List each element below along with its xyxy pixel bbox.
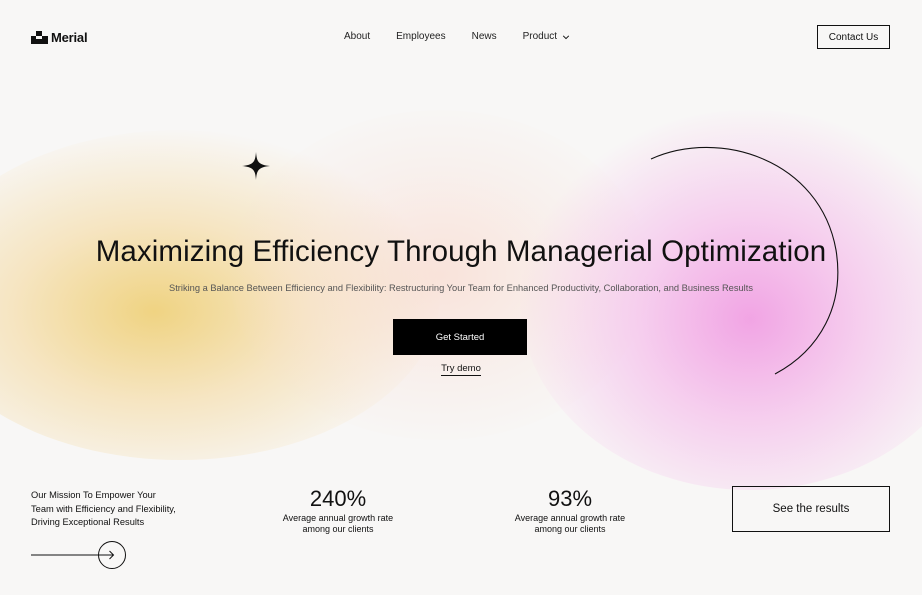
- stat-caption: Average annual growth rate among our cli…: [282, 513, 394, 534]
- stat-caption: Average annual growth rate among our cli…: [514, 513, 626, 534]
- mission-line: Driving Exceptional Results: [31, 517, 145, 527]
- mission-line: Our Mission To Empower Your: [31, 490, 156, 500]
- mission-statement: Our Mission To Empower Your Team with Ef…: [31, 489, 201, 530]
- nav-item-label: News: [471, 31, 497, 42]
- hero-subtitle: Striking a Balance Between Efficiency an…: [169, 283, 753, 293]
- mission-line: Team with Efficiency and Flexibility,: [31, 503, 176, 514]
- main-nav: About Employees News Product: [344, 31, 570, 42]
- nav-item-news[interactable]: News: [472, 31, 497, 42]
- stat-value: 240%: [309, 486, 367, 511]
- nav-item-employees[interactable]: Employees: [396, 31, 445, 42]
- hero-title: Maximizing Efficiency Through Managerial…: [95, 235, 827, 268]
- nav-item-about[interactable]: About: [344, 31, 370, 42]
- stat-value: 93%: [547, 486, 593, 511]
- brand-logo[interactable]: Merial: [31, 30, 88, 45]
- brand-name: Merial: [51, 30, 88, 45]
- merial-logo-icon: [31, 31, 48, 44]
- arrow-right-icon[interactable]: [31, 540, 127, 570]
- see-results-button[interactable]: See the results: [732, 486, 890, 532]
- nav-item-label: About: [344, 31, 371, 42]
- chevron-down-icon: [562, 34, 570, 39]
- nav-item-label: Employees: [396, 31, 446, 42]
- yellow-gradient-glow: [0, 130, 440, 460]
- landing-page: Merial About Employees News Product Cont…: [0, 0, 922, 595]
- stat-growth-rate-secondary: 93% Average annual growth rate among our…: [500, 486, 640, 534]
- nav-item-label: Product: [522, 31, 558, 42]
- get-started-button[interactable]: Get Started: [393, 319, 527, 355]
- contact-us-button[interactable]: Contact Us: [817, 25, 890, 49]
- try-demo-link[interactable]: Try demo: [441, 363, 481, 376]
- try-demo-container: Try demo: [0, 363, 922, 376]
- sparkle-icon: [242, 152, 270, 180]
- stat-growth-rate: 240% Average annual growth rate among ou…: [268, 486, 408, 534]
- nav-item-product[interactable]: Product: [523, 31, 570, 42]
- site-header: Merial About Employees News Product Cont…: [0, 0, 922, 74]
- peach-gradient-glow: [230, 110, 650, 440]
